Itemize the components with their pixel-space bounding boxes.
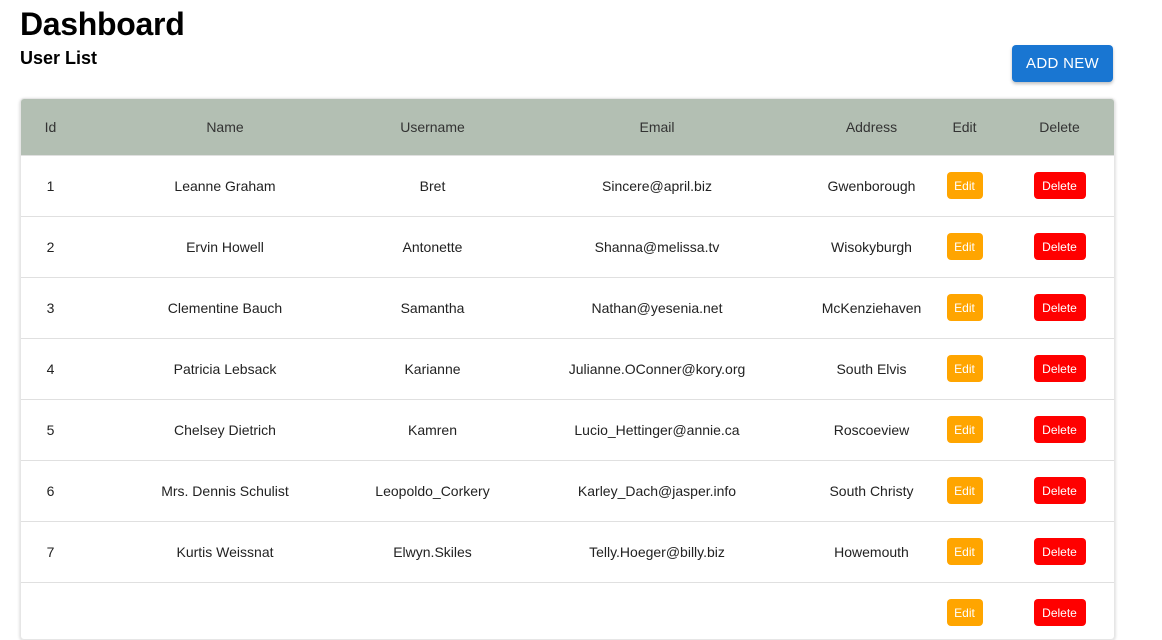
cell-email: Shanna@melissa.tv — [594, 238, 720, 255]
table-body: 1 Leanne Graham Bret Sincere@april.biz Gwenb… — [21, 155, 1114, 639]
edit-button[interactable]: Edit — [946, 294, 983, 321]
cell-address: Gwenborough — [827, 177, 916, 194]
cell-delete: Delete — [1005, 582, 1114, 639]
cell-id: 4 — [46, 360, 55, 377]
cell-delete: Delete — [1005, 216, 1114, 277]
table-row: 7 Kurtis Weissnat Elwyn.Skiles Telly.Hoeger… — [21, 521, 1114, 582]
cell-delete: Delete — [1005, 399, 1114, 460]
cell-address: Wisokyburgh — [831, 238, 912, 255]
table-row: 2 Ervin Howell Antonette Shanna@melissa.tv W… — [21, 216, 1114, 277]
delete-button[interactable]: Delete — [1033, 416, 1086, 443]
cell-id: 3 — [46, 299, 55, 316]
cell-username: Bret — [419, 177, 446, 194]
cell-edit: Edit — [924, 399, 1005, 460]
edit-button[interactable]: Edit — [946, 477, 983, 504]
cell-email: Sincere@april.biz — [602, 177, 712, 194]
cell-edit: Edit — [924, 216, 1005, 277]
edit-button[interactable]: Edit — [946, 416, 983, 443]
cell-email: Karley_Dach@jasper.info — [577, 482, 737, 499]
cell-id: 5 — [46, 421, 55, 438]
cell-name: Ervin Howell — [186, 238, 264, 255]
cell-name: Patricia Lebsack — [173, 360, 277, 377]
edit-button[interactable]: Edit — [946, 355, 983, 382]
delete-button[interactable]: Delete — [1033, 477, 1086, 504]
cell-id: 2 — [46, 238, 55, 255]
cell-username: Elwyn.Skiles — [393, 543, 472, 560]
column-header-edit: Edit — [952, 118, 977, 135]
delete-button[interactable]: Delete — [1033, 233, 1086, 260]
cell-delete: Delete — [1005, 460, 1114, 521]
cell-username: Samantha — [400, 299, 465, 316]
cell-username — [370, 582, 495, 639]
cell-id: 7 — [46, 543, 55, 560]
table-row: 1 Leanne Graham Bret Sincere@april.biz Gwenb… — [21, 155, 1114, 216]
cell-email: Julianne.OConner@kory.org — [568, 360, 746, 377]
table-header-row: Id Name Username Email Address Edit Dele… — [21, 99, 1114, 155]
add-new-button[interactable]: ADD NEW — [1012, 45, 1113, 82]
table-row: 4 Patricia Lebsack Karianne Julianne.OConne… — [21, 338, 1114, 399]
column-header-id: Id — [44, 118, 57, 135]
cell-username: Leopoldo_Corkery — [375, 482, 490, 499]
table-row: 3 Clementine Bauch Samantha Nathan@yesenia.… — [21, 277, 1114, 338]
cell-username: Karianne — [404, 360, 461, 377]
edit-button[interactable]: Edit — [946, 599, 983, 627]
delete-button[interactable]: Delete — [1033, 599, 1086, 627]
users-table-container: Id Name Username Email Address Edit Dele… — [20, 98, 1115, 640]
page-subtitle: User List — [20, 48, 98, 68]
cell-delete: Delete — [1005, 338, 1114, 399]
cell-name: Kurtis Weissnat — [176, 543, 274, 560]
delete-button[interactable]: Delete — [1033, 172, 1086, 199]
cell-email: Lucio_Hettinger@annie.ca — [574, 421, 740, 438]
cell-edit: Edit — [924, 338, 1005, 399]
cell-email — [495, 582, 819, 639]
cell-delete: Delete — [1005, 521, 1114, 582]
cell-delete: Delete — [1005, 155, 1114, 216]
cell-id: 1 — [46, 177, 55, 194]
cell-delete: Delete — [1005, 277, 1114, 338]
cell-email: Telly.Hoeger@billy.biz — [589, 543, 725, 560]
delete-button[interactable]: Delete — [1033, 294, 1086, 321]
page-title: Dashboard — [20, 6, 185, 42]
cell-address — [819, 582, 924, 639]
cell-edit: Edit — [924, 277, 1005, 338]
cell-address: South Christy — [829, 482, 914, 499]
cell-edit: Edit — [924, 460, 1005, 521]
cell-email: Nathan@yesenia.net — [591, 299, 723, 316]
table-row: 5 Chelsey Dietrich Kamren Lucio_Hettinger@a… — [21, 399, 1114, 460]
delete-button[interactable]: Delete — [1033, 538, 1086, 565]
column-header-address: Address — [845, 118, 898, 135]
column-header-email: Email — [639, 118, 675, 135]
cell-address: Howemouth — [834, 543, 909, 560]
column-header-delete: Delete — [1039, 118, 1080, 135]
users-table: Id Name Username Email Address Edit Dele… — [21, 99, 1114, 639]
column-header-username: Username — [400, 118, 465, 135]
edit-button[interactable]: Edit — [946, 233, 983, 260]
cell-id — [21, 582, 80, 639]
table-header: Id Name Username Email Address Edit Dele… — [21, 99, 1114, 155]
cell-username: Kamren — [407, 421, 458, 438]
column-header-name: Name — [206, 118, 244, 135]
cell-address: South Elvis — [836, 360, 907, 377]
cell-edit: Edit — [924, 521, 1005, 582]
cell-name: Clementine Bauch — [167, 299, 283, 316]
table-row: Edit Delete — [21, 582, 1114, 639]
cell-name: Chelsey Dietrich — [174, 421, 276, 438]
cell-id: 6 — [46, 482, 55, 499]
cell-username: Antonette — [402, 238, 463, 255]
edit-button[interactable]: Edit — [946, 538, 983, 565]
cell-address: McKenziehaven — [821, 299, 922, 316]
cell-name: Leanne Graham — [174, 177, 276, 194]
cell-edit: Edit — [924, 155, 1005, 216]
cell-address: Roscoeview — [833, 421, 910, 438]
delete-button[interactable]: Delete — [1033, 355, 1086, 382]
cell-name — [80, 582, 370, 639]
table-row: 6 Mrs. Dennis Schulist Leopoldo_Corkery Kar… — [21, 460, 1114, 521]
edit-button[interactable]: Edit — [946, 172, 983, 199]
cell-name: Mrs. Dennis Schulist — [161, 482, 289, 499]
cell-edit: Edit — [924, 582, 1005, 639]
